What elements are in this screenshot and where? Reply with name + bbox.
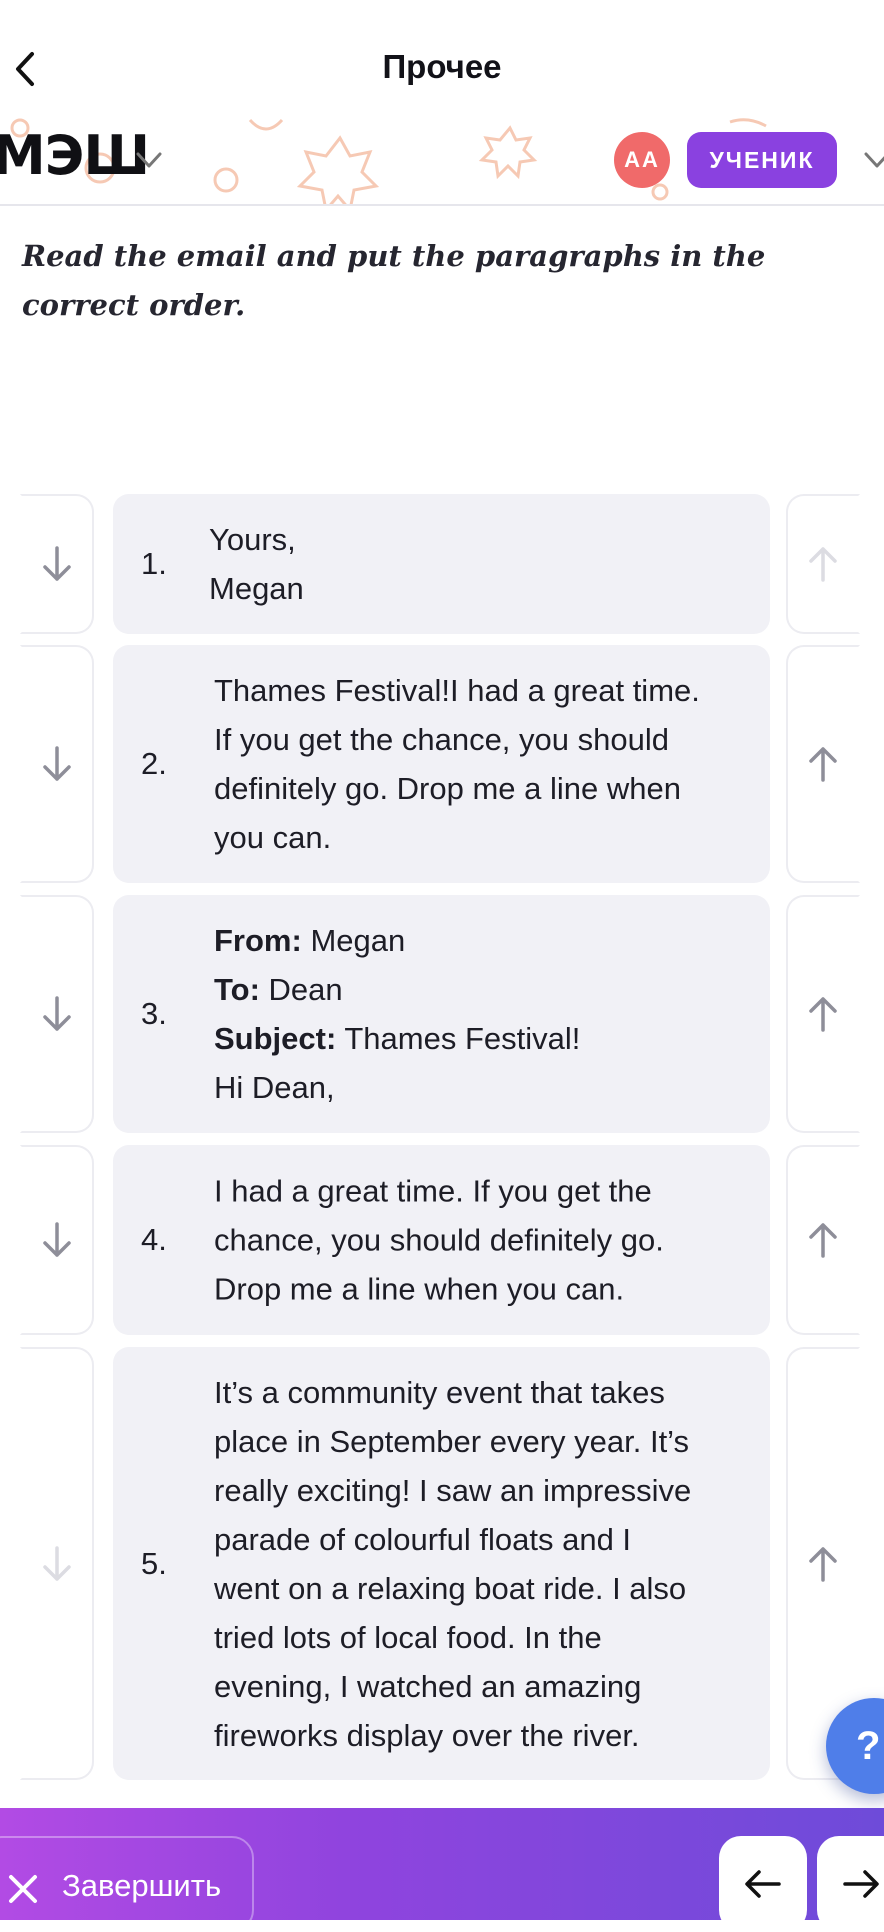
school-logo[interactable]: МЭШ (0, 124, 150, 187)
arrow-down-icon (43, 1222, 71, 1257)
finish-button[interactable]: Завершить (0, 1836, 254, 1932)
paragraph-line: To: Dean (214, 965, 740, 1014)
arrow-up-icon (809, 1223, 837, 1258)
paragraph-card[interactable]: 3. From: Megan To: Dean Subject: Thames Fes… (113, 895, 770, 1133)
arrow-up-icon (809, 747, 837, 782)
paragraph-text: Yours, Megan (209, 515, 740, 613)
paragraph-line: place in September every year. It’s (214, 1423, 690, 1459)
paragraph-line: definitely go. Drop me a line when (214, 771, 681, 806)
paragraph-line: Subject: Thames Festival! (214, 1014, 740, 1063)
paragraph-text: From: Megan To: Dean Subject: Thames Festi… (214, 916, 740, 1112)
paragraph-line: evening, I watched an amazing (214, 1668, 642, 1704)
arrow-right-icon (843, 1870, 879, 1898)
paragraph-line: Thames Festival!I had a great time. (214, 673, 700, 708)
field-label: To: (214, 972, 260, 1007)
paragraph-number: 3. (141, 996, 167, 1031)
next-button[interactable] (817, 1836, 884, 1932)
paragraph-card[interactable]: 4. I had a great time. If you get the chan… (113, 1145, 770, 1335)
move-down-button[interactable] (20, 1145, 94, 1335)
bottom-bar: Завершить (0, 1808, 884, 1932)
paragraph-text: Thames Festival!I had a great time. If yo… (214, 666, 740, 862)
move-up-button[interactable] (786, 895, 860, 1133)
arrow-down-icon (43, 546, 71, 581)
field-value: Hi Dean, (214, 1070, 335, 1105)
chevron-down-icon[interactable] (134, 148, 164, 172)
field-value: Megan (301, 923, 406, 958)
paragraph-line: Yours, (209, 522, 296, 557)
move-up-button[interactable] (786, 645, 860, 883)
paragraph-row: 1. Yours, Megan (0, 494, 884, 634)
navigation-bar: Прочее (0, 0, 884, 118)
paragraph-row: 2. Thames Festival!I had a great time. If … (0, 645, 884, 883)
field-value: Thames Festival! (336, 1021, 581, 1056)
arrow-down-icon (43, 746, 71, 781)
paragraph-number: 4. (141, 1222, 167, 1257)
role-badge[interactable]: УЧЕНИК (687, 132, 837, 188)
field-label: Subject: (214, 1021, 337, 1056)
paragraph-card[interactable]: 5. It’s a community event that takes place… (113, 1347, 770, 1780)
chevron-down-icon[interactable] (862, 148, 884, 172)
paragraph-text: It’s a community event that takes place i… (214, 1368, 740, 1760)
page-title: Прочее (382, 48, 502, 85)
paragraph-card[interactable]: 1. Yours, Megan (113, 494, 770, 634)
paragraph-line: tried lots of local food. In the (214, 1619, 602, 1655)
paragraph-line: fireworks display over the river. (214, 1717, 640, 1753)
logo-prefix: М (0, 124, 46, 187)
paragraph-row: 4. I had a great time. If you get the chan… (0, 1145, 884, 1335)
finish-label: Завершить (62, 1868, 222, 1903)
move-down-button[interactable] (20, 494, 94, 634)
paragraph-line: Drop me a line when you can. (214, 1271, 625, 1307)
paragraph-line: went on a relaxing boat ride. I also (214, 1570, 687, 1606)
move-up-button[interactable] (786, 1145, 860, 1335)
paragraph-line: really exciting! I saw an impressive (214, 1472, 692, 1508)
paragraph-line: Megan (209, 571, 304, 606)
arrow-down-icon (43, 996, 71, 1031)
paragraph-line: I had a great time. If you get the (214, 1173, 652, 1209)
paragraph-line: you can. (214, 820, 332, 855)
move-down-button[interactable] (20, 645, 94, 883)
arrow-up-icon (809, 997, 837, 1032)
paragraph-row: 3. From: Megan To: Dean Subject: Thames Fes… (0, 895, 884, 1133)
school-banner: МЭШ AA УЧЕНИК (0, 118, 884, 206)
avatar[interactable]: AA (614, 132, 670, 188)
paragraph-line: chance, you should definitely go. (214, 1222, 664, 1258)
close-icon (9, 1875, 37, 1903)
paragraph-line: parade of colourful floats and I (214, 1521, 632, 1557)
paragraph-line: If you get the chance, you should (214, 722, 669, 757)
arrow-down-icon (43, 1545, 71, 1581)
paragraph-line: From: Megan (214, 916, 740, 965)
arrow-up-icon (809, 1546, 837, 1582)
paragraph-text: I had a great time. If you get the chance… (214, 1167, 740, 1314)
task-instruction: Read the email and put the paragraphs in… (22, 239, 766, 322)
move-down-button (20, 1347, 94, 1780)
field-label: From: (214, 923, 302, 958)
paragraph-number: 2. (141, 746, 167, 781)
paragraph-row: 5. It’s a community event that takes place… (0, 1347, 884, 1780)
paragraph-number: 1. (141, 546, 167, 581)
arrow-up-icon (809, 547, 837, 582)
paragraph-number: 5. (141, 1545, 167, 1581)
paragraph-line: It’s a community event that takes (214, 1374, 665, 1410)
field-value: Dean (259, 972, 343, 1007)
paragraph-line: Hi Dean, (214, 1063, 740, 1112)
move-up-button (786, 494, 860, 634)
move-down-button[interactable] (20, 895, 94, 1133)
previous-button[interactable] (719, 1836, 807, 1932)
arrow-left-icon (745, 1870, 781, 1898)
paragraph-card[interactable]: 2. Thames Festival!I had a great time. If … (113, 645, 770, 883)
